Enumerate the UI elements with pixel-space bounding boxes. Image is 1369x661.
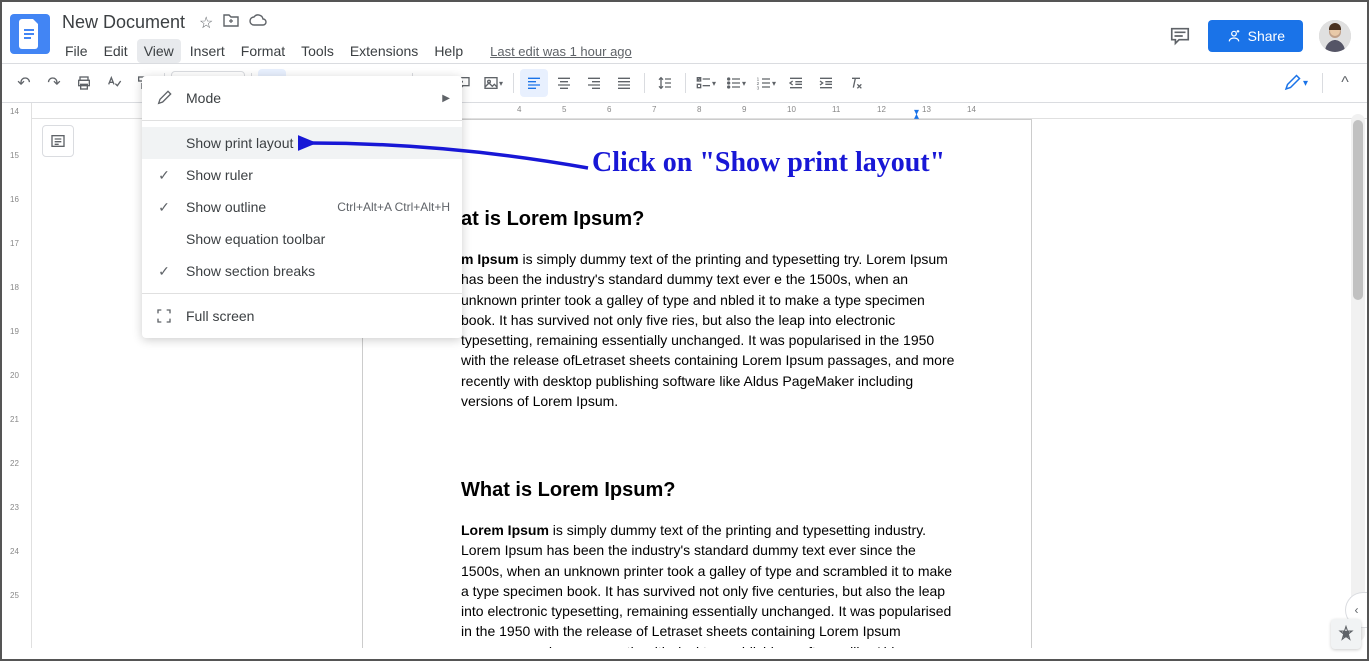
spellcheck-button[interactable] <box>100 69 128 97</box>
editing-mode-button[interactable]: ▾ <box>1277 70 1314 96</box>
share-button-label: Share <box>1248 28 1285 44</box>
view-menu-mode[interactable]: Mode ▶ <box>142 82 462 114</box>
check-icon: ✓ <box>154 263 174 280</box>
outline-toggle-button[interactable] <box>42 125 74 157</box>
align-right-button[interactable] <box>580 69 608 97</box>
pencil-icon <box>154 90 174 106</box>
redo-button[interactable]: ↷ <box>40 69 68 97</box>
menu-tools[interactable]: Tools <box>294 39 341 63</box>
decrease-indent-button[interactable] <box>782 69 810 97</box>
check-icon: ✓ <box>154 167 174 184</box>
align-center-button[interactable] <box>550 69 578 97</box>
print-button[interactable] <box>70 69 98 97</box>
annotation-text: Click on "Show print layout" <box>592 147 945 179</box>
insert-image-button[interactable]: ▾ <box>479 69 507 97</box>
check-icon: ✓ <box>154 199 174 216</box>
docs-logo[interactable] <box>10 14 50 54</box>
menu-format[interactable]: Format <box>234 39 292 63</box>
scrollbar-thumb[interactable] <box>1353 120 1363 300</box>
explore-button[interactable] <box>1331 619 1361 649</box>
star-icon[interactable]: ☆ <box>199 13 213 33</box>
menu-help[interactable]: Help <box>427 39 470 63</box>
line-spacing-button[interactable] <box>651 69 679 97</box>
vertical-scrollbar[interactable] <box>1351 114 1365 641</box>
collapse-toolbar-button[interactable]: ^ <box>1331 69 1359 97</box>
cloud-status-icon[interactable] <box>249 13 267 33</box>
submenu-arrow-icon: ▶ <box>442 93 450 104</box>
numbered-list-button[interactable]: 123▾ <box>752 69 780 97</box>
view-menu-dropdown: Mode ▶ Show print layout ✓ Show ruler ✓ … <box>142 76 462 338</box>
view-menu-show-section-breaks[interactable]: ✓ Show section breaks <box>142 255 462 287</box>
increase-indent-button[interactable] <box>812 69 840 97</box>
clear-formatting-button[interactable] <box>842 69 870 97</box>
view-menu-full-screen[interactable]: Full screen <box>142 300 462 332</box>
menu-edit[interactable]: Edit <box>97 39 135 63</box>
doc-paragraph: Lorem Ipsum is simply dummy text of the … <box>461 520 961 648</box>
menu-view[interactable]: View <box>137 39 181 63</box>
fullscreen-icon <box>154 308 174 324</box>
align-justify-button[interactable] <box>610 69 638 97</box>
last-edit-link[interactable]: Last edit was 1 hour ago <box>490 44 632 59</box>
vertical-ruler: 14 15 16 17 18 19 20 21 22 23 24 25 <box>2 103 32 648</box>
doc-title[interactable]: New Document <box>58 10 189 35</box>
bulleted-list-button[interactable]: ▾ <box>722 69 750 97</box>
document-page[interactable]: What is Lorem Ipsum? Lorem Ipsum is simp… <box>362 459 1032 648</box>
doc-heading: What is Lorem Ipsum? <box>461 479 961 502</box>
share-button[interactable]: Share <box>1208 20 1303 52</box>
doc-heading: at is Lorem Ipsum? <box>461 208 961 231</box>
account-avatar[interactable] <box>1319 20 1351 52</box>
menu-insert[interactable]: Insert <box>183 39 232 63</box>
view-menu-show-outline[interactable]: ✓ Show outline Ctrl+Alt+A Ctrl+Alt+H <box>142 191 462 223</box>
view-menu-show-equation-toolbar[interactable]: Show equation toolbar <box>142 223 462 255</box>
checklist-button[interactable]: ▾ <box>692 69 720 97</box>
menu-file[interactable]: File <box>58 39 95 63</box>
menu-extensions[interactable]: Extensions <box>343 39 425 63</box>
comment-history-icon[interactable] <box>1168 24 1192 48</box>
svg-text:3: 3 <box>757 86 760 91</box>
view-menu-show-print-layout[interactable]: Show print layout <box>142 127 462 159</box>
undo-button[interactable]: ↶ <box>10 69 38 97</box>
doc-paragraph: m Ipsum is simply dummy text of the prin… <box>461 249 961 411</box>
view-menu-show-ruler[interactable]: ✓ Show ruler <box>142 159 462 191</box>
align-left-button[interactable] <box>520 69 548 97</box>
move-icon[interactable] <box>223 13 239 33</box>
